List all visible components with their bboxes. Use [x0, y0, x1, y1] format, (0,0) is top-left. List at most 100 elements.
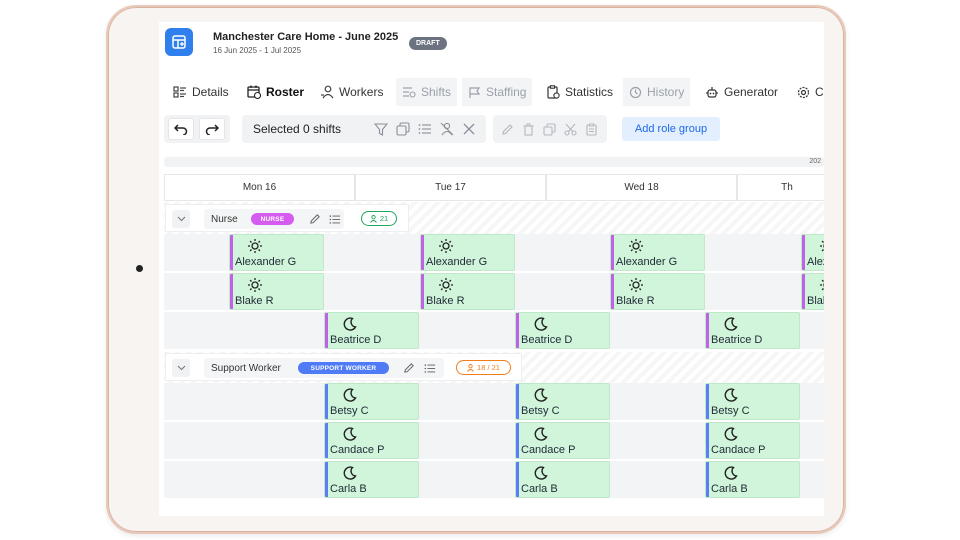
paste-shift-button[interactable]	[583, 121, 599, 137]
shift-worker-name: Candace P	[711, 444, 766, 456]
day-header-tue: Tue 17	[355, 174, 546, 201]
list-icon	[329, 214, 341, 224]
shift-card[interactable]: Betsy C	[705, 383, 800, 420]
shift-card[interactable]: Candace P	[515, 422, 610, 459]
role-color-stripe	[516, 462, 519, 497]
chevron-down-icon	[177, 365, 185, 371]
tab-generator[interactable]: Generator	[699, 78, 784, 106]
unassign-worker-button[interactable]	[439, 121, 455, 137]
shift-worker-name: Beatrice D	[521, 334, 573, 346]
role-color-stripe	[802, 274, 805, 309]
staffing-count-nurse: 21	[361, 211, 397, 226]
collapse-nurse-button[interactable]	[172, 210, 190, 228]
moon-icon	[723, 387, 739, 403]
shift-card[interactable]: Beatrice D	[324, 312, 419, 349]
shift-worker-name: Betsy C	[521, 405, 560, 417]
shift-card[interactable]: Alexander G	[801, 234, 824, 271]
role-color-stripe	[230, 274, 233, 309]
undo-redo-group	[164, 115, 230, 143]
shift-worker-name: Carla B	[521, 483, 558, 495]
tab-staffing[interactable]: Staffing	[462, 78, 533, 106]
moon-icon	[342, 465, 358, 481]
moon-icon	[342, 387, 358, 403]
tab-details-label: Details	[192, 85, 229, 99]
shift-worker-name: Betsy C	[711, 405, 750, 417]
shift-card[interactable]: Carla B	[705, 461, 800, 498]
shift-card[interactable]: Candace P	[705, 422, 800, 459]
sun-icon	[438, 277, 454, 293]
copy-shifts-button[interactable]	[395, 121, 411, 137]
user-remove-icon	[440, 122, 454, 136]
tab-roster[interactable]: Roster	[241, 78, 310, 106]
sun-icon	[247, 277, 263, 293]
sun-icon	[819, 277, 824, 293]
page-title: Manchester Care Home - June 2025	[213, 31, 399, 43]
tab-staffing-label: Staffing	[486, 85, 527, 99]
shift-card[interactable]: Carla B	[324, 461, 419, 498]
tab-statistics[interactable]: Statistics	[540, 78, 619, 106]
roster-date-range: 16 Jun 2025 - 1 Jul 2025	[213, 46, 302, 55]
tab-history[interactable]: History	[623, 78, 691, 106]
shift-card[interactable]: Carla B	[515, 461, 610, 498]
role-color-stripe	[706, 384, 709, 419]
undo-icon	[174, 124, 188, 135]
roster-app-icon[interactable]	[165, 28, 193, 56]
roster-toolbar: Selected 0 shifts Add role group	[164, 115, 824, 143]
tab-shifts[interactable]: Shifts	[396, 78, 458, 106]
history-icon	[629, 86, 642, 98]
shift-card[interactable]: Candace P	[324, 422, 419, 459]
group-header-nurse: Nurse NURSE 21	[165, 204, 409, 232]
shift-card[interactable]: Betsy C	[515, 383, 610, 420]
filter-button[interactable]	[373, 121, 389, 137]
shift-card[interactable]: Beatrice D	[705, 312, 800, 349]
edit-group-nurse-button[interactable]	[307, 211, 323, 227]
scissors-icon	[563, 123, 577, 136]
app-header: Manchester Care Home - June 2025 16 Jun …	[159, 22, 824, 72]
date-range-scrollbar[interactable]: 202	[164, 157, 824, 167]
role-color-stripe	[325, 462, 328, 497]
pencil-icon	[404, 363, 414, 373]
tablet-camera	[136, 265, 143, 272]
role-badge-support-worker: SUPPORT WORKER	[298, 362, 389, 374]
shift-card[interactable]: Blake R	[801, 273, 824, 310]
shift-card[interactable]: Alexander G	[610, 234, 705, 271]
duplicate-shift-button[interactable]	[541, 121, 557, 137]
list-view-button[interactable]	[417, 121, 433, 137]
collapse-support-worker-button[interactable]	[172, 359, 190, 377]
shift-card[interactable]: Blake R	[610, 273, 705, 310]
tab-shifts-label: Shifts	[421, 85, 452, 99]
sun-icon	[247, 238, 263, 254]
edit-group-support-worker-button[interactable]	[401, 360, 417, 376]
tab-statistics-label: Statistics	[565, 85, 614, 99]
undo-button[interactable]	[168, 118, 194, 140]
role-color-stripe	[325, 384, 328, 419]
shift-card[interactable]: Blake R	[229, 273, 324, 310]
cut-shift-button[interactable]	[562, 121, 578, 137]
shift-card[interactable]: Alexander G	[420, 234, 515, 271]
shift-card[interactable]: Beatrice D	[515, 312, 610, 349]
trash-icon	[523, 123, 533, 136]
edit-toolbar	[493, 115, 607, 143]
redo-button[interactable]	[199, 118, 225, 140]
details-icon	[173, 86, 186, 98]
shifts-icon	[403, 87, 416, 98]
tab-settings[interactable]: Co	[791, 78, 824, 106]
staffing-icon	[469, 86, 481, 98]
settings-icon	[797, 86, 810, 98]
shift-card[interactable]: Alexander G	[229, 234, 324, 271]
shift-card[interactable]: Blake R	[420, 273, 515, 310]
role-color-stripe	[706, 462, 709, 497]
group-support-worker-menu-button[interactable]	[422, 360, 438, 376]
role-color-stripe	[230, 235, 233, 270]
group-nurse-menu-button[interactable]	[327, 211, 343, 227]
add-role-group-button[interactable]: Add role group	[622, 117, 720, 141]
sun-icon	[628, 238, 644, 254]
delete-shift-button[interactable]	[520, 121, 536, 137]
tab-workers[interactable]: Workers	[314, 78, 389, 106]
role-color-stripe	[421, 274, 424, 309]
edit-shift-button[interactable]	[499, 121, 515, 137]
tab-details[interactable]: Details	[167, 78, 235, 106]
day-header-wed: Wed 18	[546, 174, 737, 201]
clear-selection-button[interactable]	[461, 121, 477, 137]
shift-card[interactable]: Betsy C	[324, 383, 419, 420]
